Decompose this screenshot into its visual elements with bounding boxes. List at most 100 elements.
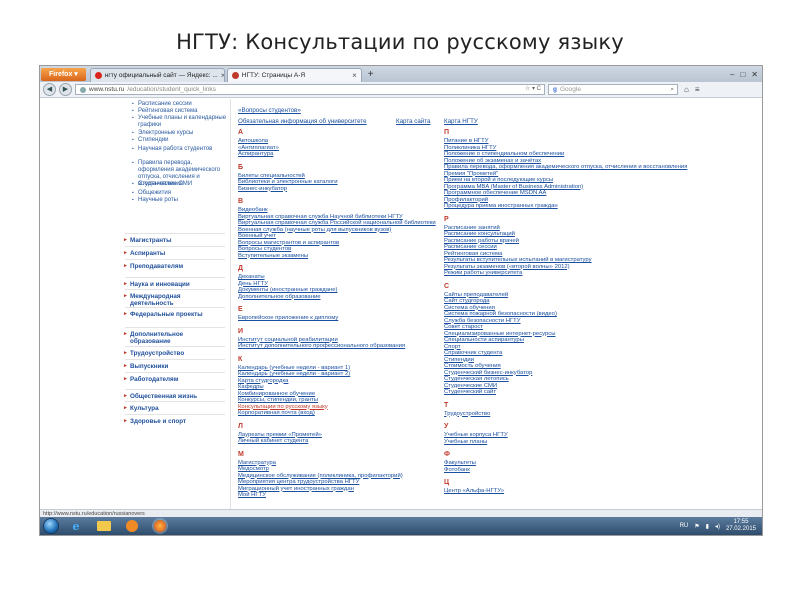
index-link[interactable]: Сайты преподавателей bbox=[444, 292, 508, 298]
index-link[interactable]: Программа MBA (Master of Business Admini… bbox=[444, 184, 583, 190]
index-link[interactable]: Специальности аспирантуры bbox=[444, 337, 524, 343]
index-link[interactable]: Правила перевода, оформления академическ… bbox=[444, 164, 687, 170]
index-link[interactable]: Документы (иностранные граждане) bbox=[238, 287, 337, 293]
volume-icon[interactable]: ◂) bbox=[715, 523, 720, 530]
start-button-icon[interactable] bbox=[44, 519, 58, 533]
index-link[interactable]: Учебные корпуса НГТУ bbox=[444, 432, 508, 438]
sidebar-item[interactable]: Аспиранты bbox=[123, 250, 225, 257]
index-link[interactable]: Дополнительное образование bbox=[238, 294, 321, 300]
index-link[interactable]: Военная служба (научные роты для выпускн… bbox=[238, 227, 391, 233]
sidebar-item[interactable]: Наука и инновации bbox=[123, 281, 225, 288]
sidebar-item[interactable]: Культура bbox=[123, 405, 225, 412]
sidebar-subitem[interactable]: Учебные планы и календарные графики bbox=[132, 115, 228, 129]
index-link[interactable]: Процедура приема иностранных граждан bbox=[444, 203, 558, 209]
sidebar-item[interactable]: Преподавателям bbox=[123, 263, 225, 270]
index-link[interactable]: Медицинское обслуживание (поликлиника, п… bbox=[238, 473, 403, 479]
index-link[interactable]: Студенческий бизнес-инкубатор bbox=[444, 370, 532, 376]
index-link[interactable]: Студенческие СМИ bbox=[444, 383, 497, 389]
minimize-button[interactable]: – bbox=[730, 68, 734, 82]
sidebar-subitem[interactable]: Научная работа студентов bbox=[132, 146, 228, 153]
index-link[interactable]: Трудоустройство bbox=[444, 411, 490, 417]
index-link[interactable]: Автошкола bbox=[238, 138, 268, 144]
index-link[interactable]: Факультеты bbox=[444, 460, 476, 466]
index-link[interactable]: Корпоративная почта (вход) bbox=[238, 410, 315, 416]
index-link[interactable]: Студенческий сайт bbox=[444, 389, 496, 395]
sidebar-subitem[interactable]: Научные роты bbox=[132, 197, 228, 204]
index-link[interactable]: Сайт студгорода bbox=[444, 298, 490, 304]
sidebar-subitem[interactable]: Общежития bbox=[132, 190, 228, 197]
sidebar-subitem[interactable]: Расписание сессии bbox=[132, 101, 228, 108]
new-tab-button[interactable]: + bbox=[364, 68, 378, 82]
forward-button[interactable]: ▶ bbox=[59, 83, 72, 96]
index-link[interactable]: Совет старост bbox=[444, 324, 483, 330]
index-link[interactable]: Прием на второй и последующие курсы bbox=[444, 177, 553, 183]
firefox-icon[interactable] bbox=[150, 519, 170, 533]
index-link[interactable]: Фотобанк bbox=[444, 467, 470, 473]
index-link[interactable]: Система пожарной безопасности (видео) bbox=[444, 311, 557, 317]
index-link[interactable]: Европейское приложение к диплому bbox=[238, 315, 338, 321]
index-link[interactable]: День НГТУ bbox=[238, 281, 268, 287]
index-link[interactable]: Служба безопасности НГТУ bbox=[444, 318, 521, 324]
index-link[interactable]: Студенческая летопись bbox=[444, 376, 509, 382]
index-link[interactable]: Специализированные интернет-ресурсы bbox=[444, 331, 555, 337]
sidebar-item[interactable]: Здоровье и спорт bbox=[123, 418, 225, 425]
index-link[interactable]: Результаты экзаменов («второй волны» 201… bbox=[444, 264, 570, 270]
index-link[interactable]: Кафедры bbox=[238, 384, 264, 390]
index-link[interactable]: Рейтинговая система bbox=[444, 251, 502, 257]
index-link[interactable]: Виртуальная справочная служба Российской… bbox=[238, 220, 436, 226]
index-link[interactable]: Расписание консультаций bbox=[444, 231, 515, 237]
index-link[interactable]: Справочник студента bbox=[444, 350, 502, 356]
index-link[interactable]: Виртуальная справочная служба Научной би… bbox=[238, 214, 403, 220]
index-link[interactable]: Вступительные экзамены bbox=[238, 253, 308, 259]
index-link[interactable]: Спорт bbox=[444, 344, 461, 350]
index-link[interactable]: Медосмотр bbox=[238, 466, 269, 472]
index-link[interactable]: Комбинированное обучение bbox=[238, 391, 315, 397]
home-icon[interactable]: ⌂ bbox=[684, 85, 689, 94]
site-identity-icon[interactable] bbox=[80, 86, 86, 93]
close-window-button[interactable]: ✕ bbox=[751, 68, 758, 82]
index-link[interactable]: Результаты вступительных испытаний в маг… bbox=[444, 257, 592, 263]
index-link[interactable]: Поликлиника НГТУ bbox=[444, 145, 496, 151]
index-link[interactable]: Бизнес-инкубатор bbox=[238, 186, 287, 192]
tab-yandex[interactable]: нгту официальный сайт — Яндекс: ... × bbox=[89, 68, 225, 82]
index-link[interactable]: Расписание работы врачей bbox=[444, 238, 519, 244]
index-link[interactable]: Программное обеспечение MSDN AA bbox=[444, 190, 546, 196]
index-link[interactable]: Консультации по русскому языку bbox=[238, 404, 328, 410]
address-bar-buttons[interactable]: ☆ ▾ C bbox=[525, 84, 544, 95]
site-map-link[interactable]: Карта сайта bbox=[396, 118, 430, 125]
search-icon[interactable]: ⌕ bbox=[670, 84, 677, 95]
index-link[interactable]: Институт дополнительного профессионально… bbox=[238, 343, 405, 349]
language-indicator[interactable]: RU bbox=[680, 523, 689, 529]
index-link[interactable]: Видеобанк bbox=[238, 207, 268, 213]
index-link[interactable]: Вопросы студентов bbox=[238, 246, 291, 252]
index-link[interactable]: Магистратура bbox=[238, 460, 276, 466]
sidebar-subitem[interactable]: Электронные курсы bbox=[132, 130, 228, 137]
sidebar-item[interactable]: Международная деятельность bbox=[123, 293, 225, 307]
search-input[interactable]: g Google ⌕ bbox=[548, 84, 678, 95]
sidebar-subitem[interactable]: Стипендии bbox=[132, 137, 228, 144]
sidebar-item[interactable]: Магистранты bbox=[123, 237, 225, 244]
index-link[interactable]: Положение о стипендиальном обеспечении bbox=[444, 151, 564, 157]
index-link[interactable]: Центр «Альфа-НГТУ» bbox=[444, 488, 504, 494]
index-link[interactable]: Лауреаты премии «Прометей» bbox=[238, 432, 322, 438]
address-bar[interactable]: www.nstu.ru/education/student_quick_link… bbox=[75, 84, 545, 95]
index-link[interactable]: Расписание сессии bbox=[444, 244, 497, 250]
index-link[interactable]: Карта студгородка bbox=[238, 378, 288, 384]
back-button[interactable]: ◀ bbox=[43, 83, 56, 96]
menu-icon[interactable]: ≡ bbox=[695, 85, 700, 94]
index-link[interactable]: Стипендии bbox=[444, 357, 474, 363]
index-link[interactable]: Личный кабинет студента bbox=[238, 438, 308, 444]
media-player-icon[interactable] bbox=[122, 519, 142, 533]
sidebar-item[interactable]: Федеральные проекты bbox=[123, 311, 225, 318]
close-icon[interactable]: × bbox=[221, 69, 224, 82]
index-link[interactable]: Положение об экзаменах и зачётах bbox=[444, 158, 541, 164]
index-link[interactable]: Институт социальной реабилитации bbox=[238, 337, 338, 343]
index-link[interactable]: Профилакторий bbox=[444, 197, 488, 203]
sidebar-subitem[interactable]: Студенческие СМИ bbox=[132, 181, 228, 188]
index-link[interactable]: Билеты специальностей bbox=[238, 173, 305, 179]
clock[interactable]: 17:55 27.02.2015 bbox=[726, 519, 756, 533]
index-link[interactable]: Библиотеки и электронные каталоги bbox=[238, 179, 338, 185]
folder-icon[interactable] bbox=[94, 519, 114, 533]
close-icon[interactable]: × bbox=[352, 69, 357, 82]
index-link[interactable]: Календарь (учебные недели - вариант 1) bbox=[238, 365, 350, 371]
